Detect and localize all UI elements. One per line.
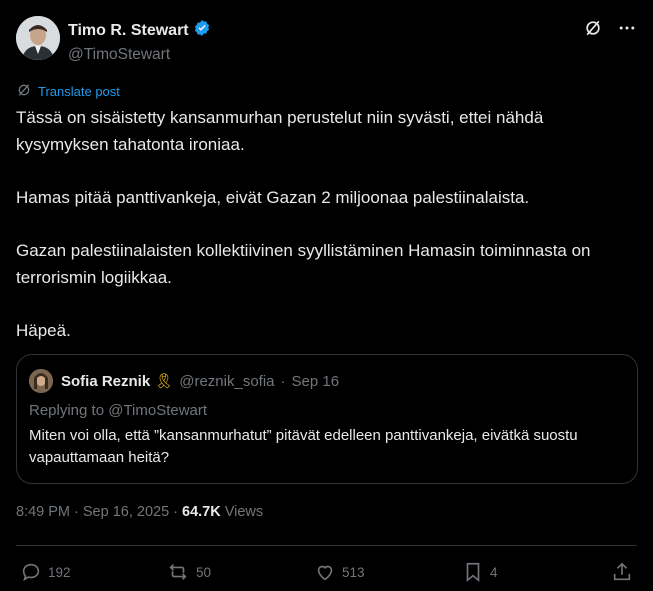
views-label: Views bbox=[224, 504, 264, 520]
avatar-image bbox=[16, 16, 60, 60]
more-options-icon[interactable] bbox=[617, 18, 637, 43]
quoted-post[interactable]: Sofia Reznik 🎗 @reznik_sofia · Sep 16 Re… bbox=[16, 354, 638, 484]
share-icon bbox=[611, 561, 633, 583]
verified-badge-icon bbox=[193, 19, 211, 42]
post-meta: 8:49 PM · Sep 16, 2025 · 64.7K Views bbox=[16, 504, 263, 520]
grok-icon[interactable] bbox=[583, 18, 603, 43]
bookmark-count: 4 bbox=[490, 564, 498, 580]
like-count: 513 bbox=[342, 564, 365, 580]
repost-button[interactable]: 50 bbox=[166, 561, 211, 583]
yellow-ribbon-icon: 🎗 bbox=[154, 373, 174, 390]
post-paragraph: Häpeä. bbox=[16, 321, 71, 340]
like-button[interactable]: 513 bbox=[314, 561, 365, 583]
author-name-row: Timo R. Stewart bbox=[68, 19, 211, 42]
reply-icon bbox=[20, 561, 42, 583]
quoted-replying-to: Replying to @TimoStewart bbox=[29, 402, 208, 419]
quoted-avatar bbox=[29, 369, 53, 393]
reply-button[interactable]: 192 bbox=[20, 561, 71, 583]
post-paragraph: Hamas pitää panttivankeja, eivät Gazan 2… bbox=[16, 188, 530, 207]
post-paragraph: Gazan palestiinalaisten kollektiivinen s… bbox=[16, 241, 591, 287]
quoted-author-handle: @reznik_sofia bbox=[179, 372, 275, 390]
repost-count: 50 bbox=[196, 564, 212, 580]
translate-icon bbox=[16, 82, 32, 101]
post-body: Tässä on sisäistetty kansanmurhan perust… bbox=[16, 104, 636, 344]
repost-icon bbox=[166, 561, 190, 583]
bookmark-icon bbox=[462, 561, 484, 583]
post-timestamp[interactable]: 8:49 PM · Sep 16, 2025 · bbox=[16, 504, 178, 520]
bookmark-button[interactable]: 4 bbox=[462, 561, 498, 583]
author-name[interactable]: Timo R. Stewart bbox=[68, 22, 189, 40]
reply-count: 192 bbox=[48, 564, 71, 580]
translate-label[interactable]: Translate post bbox=[38, 84, 120, 99]
action-bar: 192 50 513 4 bbox=[16, 556, 637, 588]
quoted-text: Miten voi olla, että ”kansanmurhatut” pi… bbox=[29, 427, 578, 466]
share-button[interactable] bbox=[611, 561, 633, 583]
quoted-author-name: Sofia Reznik bbox=[61, 372, 151, 390]
divider bbox=[16, 545, 637, 546]
quoted-post-header: Sofia Reznik 🎗 @reznik_sofia · Sep 16 bbox=[29, 369, 625, 393]
heart-icon bbox=[314, 561, 336, 583]
author-info: Timo R. Stewart @TimoStewart bbox=[68, 16, 211, 64]
views-count: 64.7K bbox=[182, 504, 221, 520]
avatar[interactable] bbox=[16, 16, 60, 60]
post-header: Timo R. Stewart @TimoStewart bbox=[16, 16, 637, 64]
header-actions bbox=[583, 16, 637, 43]
translate-post-link[interactable]: Translate post bbox=[16, 82, 120, 101]
author-handle[interactable]: @TimoStewart bbox=[68, 46, 211, 64]
quoted-date: Sep 16 bbox=[291, 372, 340, 390]
quoted-meta-separator: · bbox=[280, 372, 286, 390]
post-paragraph: Tässä on sisäistetty kansanmurhan perust… bbox=[16, 108, 544, 154]
